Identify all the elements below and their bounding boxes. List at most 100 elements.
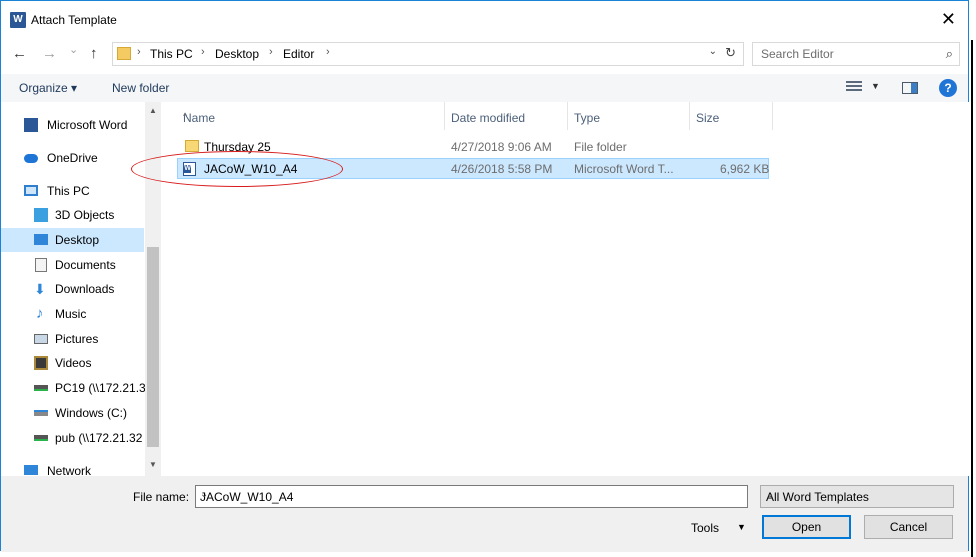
nav-item-label: PC19 (\\172.21.3 [55, 381, 146, 395]
file-row-selected[interactable]: W JACoW_W10_A4 4/26/2018 5:58 PM Microso… [177, 158, 769, 179]
nav-item-pub[interactable]: pub (\\172.21.32 [1, 426, 144, 450]
nav-item-desktop[interactable]: Desktop [1, 228, 144, 252]
network-icon [24, 465, 38, 475]
nav-item-downloads[interactable]: ⬇ Downloads [1, 277, 144, 301]
new-folder-button[interactable]: New folder [112, 81, 169, 95]
nav-item-label: Pictures [55, 332, 99, 346]
file-date: 4/26/2018 5:58 PM [451, 162, 553, 176]
column-header-date[interactable]: Date modified [445, 102, 568, 130]
file-row[interactable]: Thursday 25 4/27/2018 9:06 AM File folde… [177, 137, 769, 158]
close-icon[interactable]: ✕ [941, 9, 956, 29]
nav-item-label: Desktop [55, 233, 100, 247]
chevron-down-icon: ⌄ [766, 489, 775, 500]
help-icon[interactable]: ? [939, 79, 957, 97]
nav-item-3d-objects[interactable]: 3D Objects [1, 203, 144, 227]
file-type-select[interactable]: All Word Templates ⌄ [760, 485, 954, 508]
nav-item-windows-c[interactable]: Windows (C:) [1, 401, 144, 425]
music-icon: ♪ [36, 305, 44, 322]
search-placeholder: Search Editor [761, 47, 834, 61]
word-app-icon: W [10, 12, 26, 28]
nav-item-label: Network [47, 464, 92, 476]
video-icon [34, 356, 48, 370]
tools-dropdown-icon[interactable]: ▼ [737, 522, 746, 532]
word-icon [24, 118, 38, 132]
nav-item-label: Videos [55, 356, 92, 370]
nav-item-label: This PC [47, 184, 90, 198]
view-dropdown-icon[interactable]: ▼ [871, 81, 880, 91]
organize-button[interactable]: Organize ▾ [19, 81, 77, 95]
navigation-pane: Microsoft Word OneDrive This PC 3D Objec… [1, 102, 161, 476]
breadcrumb-separator: › [201, 46, 205, 58]
breadcrumb-separator: › [326, 46, 330, 58]
dialog-title: Attach Template [31, 13, 117, 27]
column-header-size[interactable]: Size [690, 102, 773, 130]
file-name-input[interactable]: JACoW_W10_A4 ⌄ [195, 485, 748, 508]
nav-item-label: Documents [55, 258, 116, 272]
search-input[interactable]: Search Editor ⌕ [752, 42, 960, 66]
nav-item-label: 3D Objects [55, 208, 115, 222]
file-name: Thursday 25 [204, 140, 271, 154]
drive-icon [34, 410, 48, 416]
nav-item-videos[interactable]: Videos [1, 351, 144, 375]
nav-item-network[interactable]: Network [1, 459, 144, 476]
file-name-label: File name: [133, 490, 190, 504]
nav-pane-scrollbar[interactable]: ▲ ▼ [145, 102, 161, 476]
forward-arrow-icon[interactable]: → [42, 45, 57, 62]
nav-item-label: OneDrive [47, 151, 98, 165]
open-button[interactable]: Open [762, 515, 851, 539]
column-header-label: Size [696, 111, 720, 125]
up-arrow-icon[interactable]: ↑ [90, 45, 98, 62]
nav-item-music[interactable]: ♪ Music [1, 302, 144, 326]
file-size: 6,962 KB [720, 162, 770, 176]
column-header-label: Type [574, 111, 601, 125]
back-arrow-icon[interactable]: ← [12, 45, 27, 62]
document-icon [35, 258, 47, 272]
tools-button[interactable]: Tools [691, 521, 719, 535]
recent-locations-chevron-icon[interactable]: ⌄ [69, 43, 78, 56]
refresh-icon[interactable]: ↻ [725, 45, 736, 61]
attach-template-dialog: W Attach Template ✕ ← → ⌄ ↑ › This PC › … [0, 0, 970, 552]
column-header-type[interactable]: Type [568, 102, 690, 130]
nav-item-documents[interactable]: Documents [1, 253, 144, 277]
nav-item-microsoft-word[interactable]: Microsoft Word [1, 113, 144, 137]
file-type: File folder [574, 140, 627, 154]
nav-item-label: Windows (C:) [55, 406, 128, 420]
scroll-up-icon[interactable]: ▲ [149, 106, 157, 115]
breadcrumb-editor[interactable]: Editor [283, 47, 314, 61]
nav-item-this-pc[interactable]: This PC [1, 179, 144, 203]
sort-ascending-icon: ^ [183, 111, 188, 121]
address-dropdown-icon[interactable]: ⌄ [709, 46, 717, 57]
nav-item-label: Downloads [55, 282, 115, 296]
computer-icon [24, 185, 38, 196]
file-date: 4/27/2018 9:06 AM [451, 140, 552, 154]
file-list: Name ^ Date modified Type Size Thursday … [161, 102, 970, 476]
picture-icon [34, 334, 48, 344]
scrollbar-thumb[interactable] [147, 247, 159, 447]
edge-line [971, 40, 973, 557]
cube-icon [34, 208, 48, 222]
nav-item-pc19[interactable]: PC19 (\\172.21.3 [1, 376, 146, 400]
command-toolbar: Organize ▾ New folder ▼ ? [1, 74, 968, 102]
file-name: JACoW_W10_A4 [204, 162, 298, 176]
preview-pane-icon[interactable] [902, 82, 918, 94]
chevron-down-icon[interactable]: ⌄ [200, 489, 742, 500]
nav-item-label: Music [55, 307, 87, 321]
folder-icon [185, 140, 199, 152]
breadcrumb-this-pc[interactable]: This PC [150, 47, 193, 61]
column-header-name[interactable]: Name ^ [177, 102, 445, 130]
nav-item-label: pub (\\172.21.32 [55, 431, 143, 445]
nav-item-label: Microsoft Word [47, 118, 128, 132]
address-bar[interactable]: › This PC › Desktop › Editor › ⌄ ↻ [112, 42, 744, 66]
cancel-button[interactable]: Cancel [864, 515, 953, 539]
word-template-icon: W [183, 162, 196, 176]
search-icon: ⌕ [945, 46, 953, 61]
view-options-icon[interactable] [846, 81, 862, 93]
column-header-label: Name [183, 111, 216, 125]
download-icon: ⬇ [34, 281, 46, 297]
scroll-down-icon[interactable]: ▼ [149, 460, 157, 469]
breadcrumb-desktop[interactable]: Desktop [215, 47, 259, 61]
nav-item-onedrive[interactable]: OneDrive [1, 146, 144, 170]
nav-item-pictures[interactable]: Pictures [1, 327, 144, 351]
network-drive-icon [34, 435, 48, 441]
dialog-footer: File name: JACoW_W10_A4 ⌄ All Word Templ… [1, 476, 968, 552]
